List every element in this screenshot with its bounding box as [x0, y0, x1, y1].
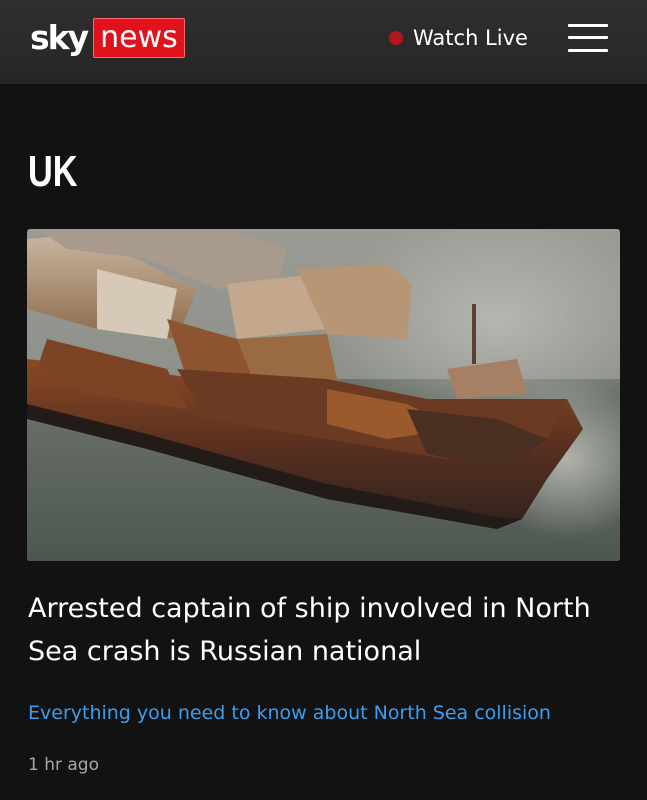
menu-line — [568, 24, 608, 27]
watch-live-button[interactable]: Watch Live — [389, 22, 528, 54]
site-header: sky news Watch Live — [0, 0, 647, 84]
hamburger-menu-icon[interactable] — [568, 22, 608, 54]
article-timestamp: 1 hr ago — [28, 755, 99, 775]
burnt-cargo-ship-image — [27, 229, 620, 561]
menu-line — [568, 36, 608, 39]
live-dot-icon — [389, 31, 403, 45]
section-title[interactable]: UK — [28, 146, 78, 198]
article-hero-image[interactable] — [27, 229, 620, 561]
menu-line — [568, 49, 608, 52]
article-headline[interactable]: Arrested captain of ship involved in Nor… — [28, 587, 623, 673]
sky-news-logo[interactable]: sky news — [30, 18, 185, 58]
logo-sky-wordmark: sky — [30, 18, 89, 57]
logo-news-wordmark: news — [93, 18, 185, 58]
related-article-link[interactable]: Everything you need to know about North … — [28, 699, 551, 727]
watch-live-label: Watch Live — [413, 26, 528, 50]
